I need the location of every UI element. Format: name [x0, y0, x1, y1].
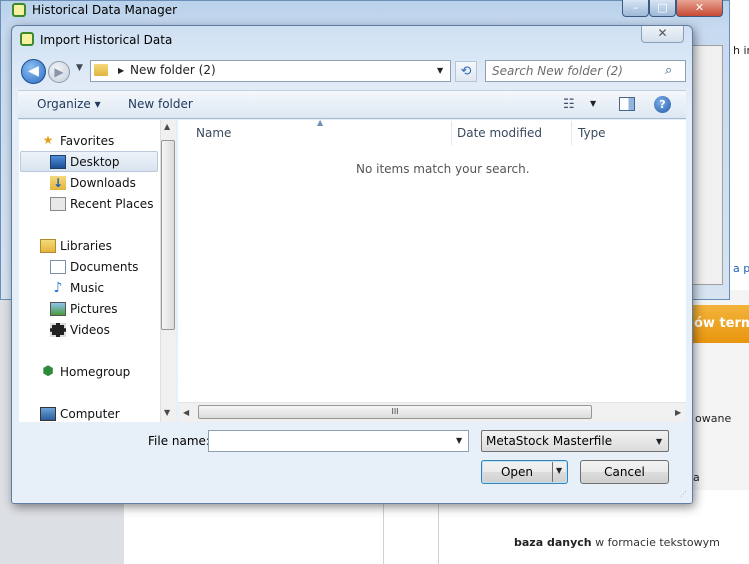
sidebar-item-homegroup[interactable]: Homegroup [60, 365, 130, 379]
scroll-left-arrow[interactable]: ◀ [183, 408, 189, 417]
scroll-up-arrow[interactable]: ▲ [164, 122, 170, 131]
open-button[interactable]: Open [481, 460, 568, 484]
window-title: Historical Data Manager [32, 3, 178, 17]
maximize-button[interactable]: □ [649, 0, 676, 17]
background-banner[interactable]: ów termi [686, 305, 749, 343]
breadcrumb-arrow-icon[interactable]: ▶ [118, 66, 124, 75]
command-toolbar [18, 90, 686, 119]
sidebar-item-computer[interactable]: Computer [60, 407, 120, 421]
open-split-divider [552, 462, 553, 482]
open-button-label: Open [500, 465, 534, 479]
dialog-close-button[interactable]: ✕ [641, 26, 684, 43]
column-header-type[interactable]: Type [578, 126, 606, 140]
close-button[interactable]: ✕ [676, 0, 723, 17]
folder-icon [94, 64, 108, 76]
file-name-input[interactable] [208, 430, 469, 452]
videos-icon [50, 323, 66, 337]
file-name-label: File name: [148, 434, 210, 448]
sidebar-item-recent-places[interactable]: Recent Places [70, 197, 153, 211]
preview-pane-icon[interactable] [619, 97, 635, 111]
computer-icon [40, 407, 56, 421]
empty-list-message: No items match your search. [356, 162, 530, 176]
column-divider[interactable] [451, 121, 452, 145]
open-options-dropdown[interactable]: ▼ [556, 466, 562, 475]
sidebar-item-libraries[interactable]: Libraries [60, 239, 112, 253]
dialog-app-icon [20, 32, 34, 46]
pictures-icon [50, 302, 66, 316]
breadcrumb-folder[interactable]: New folder (2) [130, 63, 216, 77]
column-divider[interactable] [571, 121, 572, 145]
star-icon: ★ [42, 133, 54, 147]
refresh-icon: ⟲ [460, 64, 472, 79]
column-header-date-modified[interactable]: Date modified [457, 126, 542, 140]
search-icon[interactable]: ⌕ [665, 63, 672, 78]
dialog-title: Import Historical Data [40, 33, 173, 47]
forward-button[interactable]: ▶ [48, 61, 70, 83]
window-content-panel [690, 45, 723, 285]
background-text: owane [695, 412, 732, 425]
arrow-left-icon: ◀ [28, 63, 39, 79]
file-type-select[interactable]: MetaStock Masterfile [481, 430, 669, 452]
homegroup-icon: ⬢ [42, 364, 54, 379]
minimize-button[interactable]: – [622, 0, 649, 17]
search-placeholder: Search New folder (2) [492, 64, 623, 78]
organize-menu[interactable]: Organize ▾ [37, 97, 101, 111]
resize-grip-icon[interactable]: ⋰ [680, 490, 687, 498]
documents-icon [50, 260, 66, 274]
column-header-name[interactable]: Name [196, 126, 231, 140]
nav-scrollbar-thumb[interactable] [161, 140, 175, 330]
sidebar-item-documents[interactable]: Documents [70, 260, 138, 274]
horizontal-scrollbar-thumb[interactable]: III [198, 405, 592, 419]
background-link[interactable]: a pli [733, 262, 749, 275]
view-dropdown[interactable]: ▼ [590, 99, 596, 108]
sidebar-item-favorites[interactable]: Favorites [60, 134, 114, 148]
music-icon: ♪ [53, 280, 63, 296]
downloads-icon: ↓ [50, 176, 66, 190]
sort-indicator-icon: ▲ [317, 118, 324, 127]
scroll-right-arrow[interactable]: ▶ [675, 408, 681, 417]
background-text: h int [733, 44, 749, 57]
sidebar-item-music[interactable]: Music [70, 281, 104, 295]
scroll-down-arrow[interactable]: ▼ [164, 408, 170, 417]
address-dropdown[interactable]: ▼ [437, 66, 443, 75]
background-footer-text: baza danych w formacie tekstowym [514, 536, 720, 549]
file-name-dropdown[interactable]: ▼ [456, 436, 462, 445]
desktop-icon [50, 155, 66, 169]
libraries-icon [40, 239, 56, 253]
arrow-right-icon: ▶ [54, 65, 64, 79]
sidebar-item-downloads[interactable]: Downloads [70, 176, 136, 190]
app-icon [12, 3, 26, 17]
cancel-button[interactable]: Cancel [580, 460, 669, 484]
background-text: a [693, 471, 700, 484]
sidebar-item-videos[interactable]: Videos [70, 323, 110, 337]
help-icon[interactable]: ? [654, 96, 671, 113]
view-options-icon[interactable]: ☷ [563, 97, 575, 112]
back-button[interactable]: ◀ [21, 59, 46, 84]
file-type-dropdown-arrow[interactable]: ▼ [656, 437, 662, 446]
recent-locations-dropdown[interactable]: ▼ [76, 63, 83, 73]
sidebar-item-pictures[interactable]: Pictures [70, 302, 118, 316]
sidebar-item-desktop[interactable]: Desktop [70, 155, 120, 169]
recent-places-icon [50, 197, 66, 211]
new-folder-button[interactable]: New folder [128, 97, 193, 111]
refresh-button[interactable]: ⟲ [455, 61, 477, 82]
